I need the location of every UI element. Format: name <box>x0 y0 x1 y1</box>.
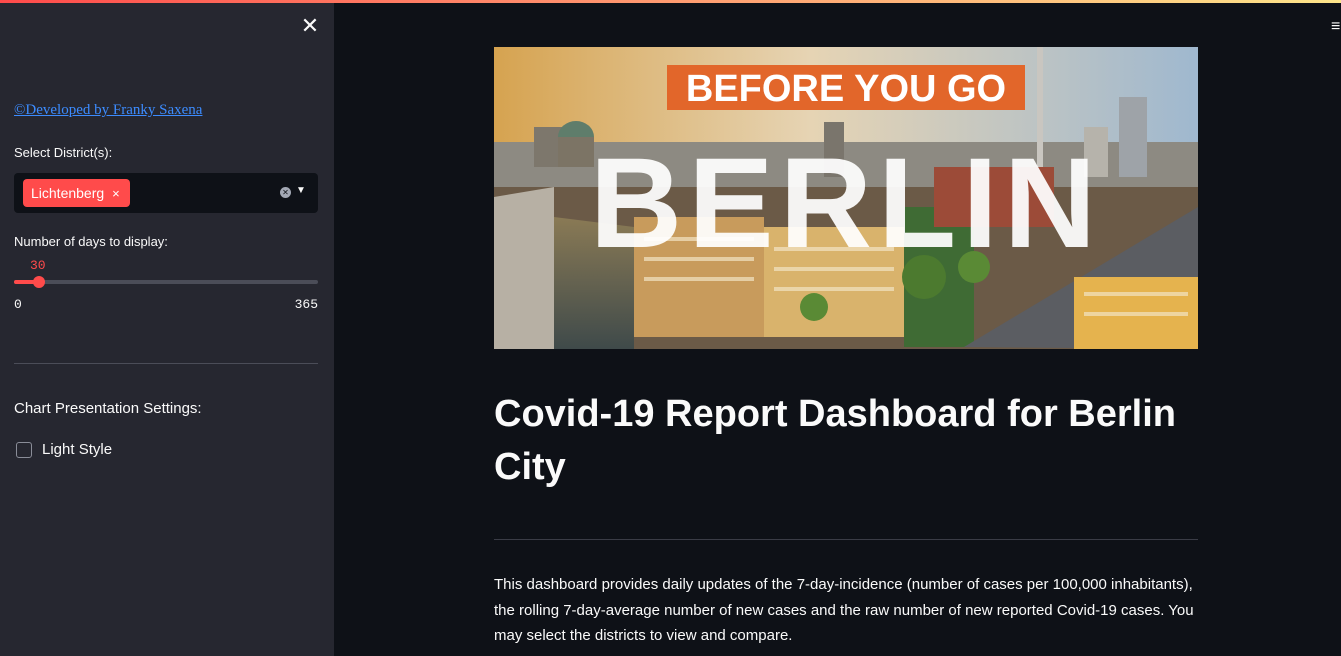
sidebar-divider <box>14 363 318 364</box>
page-title: Covid-19 Report Dashboard for Berlin Cit… <box>494 393 1176 488</box>
days-slider[interactable] <box>14 276 318 288</box>
district-tag[interactable]: Lichtenberg × <box>23 179 130 207</box>
light-style-label: Light Style <box>42 441 113 458</box>
top-decoration-bar <box>0 0 1341 3</box>
tag-remove-icon[interactable]: × <box>112 186 120 201</box>
days-slider-min: 0 <box>14 297 22 312</box>
days-slider-value: 30 <box>30 258 46 273</box>
district-tag-label: Lichtenberg <box>31 185 105 201</box>
days-slider-handle[interactable] <box>32 276 45 288</box>
hamburger-menu-icon[interactable]: ≡ <box>1331 18 1340 36</box>
checkbox-icon[interactable] <box>16 441 32 458</box>
banner-top-text: BEFORE YOU GO <box>686 68 1006 110</box>
chart-settings-label: Chart Presentation Settings: <box>14 400 202 417</box>
berlin-banner-image: BEFORE YOU GO BERLIN <box>494 47 1198 349</box>
developer-link[interactable]: ©Developed by Franky Saxena <box>14 102 202 119</box>
district-select-label: Select District(s): <box>14 145 113 160</box>
sidebar: ✕ ©Developed by Franky Saxena Select Dis… <box>0 0 334 656</box>
dashboard-description: This dashboard provides daily updates of… <box>494 576 1194 644</box>
district-multiselect[interactable]: Lichtenberg × ✕ ▼ <box>14 173 318 213</box>
main-divider <box>494 539 1198 540</box>
light-style-checkbox[interactable]: Light Style <box>16 441 112 458</box>
banner-city-text: BERLIN <box>590 132 1102 275</box>
days-slider-label: Number of days to display: <box>14 234 168 249</box>
days-slider-max: 365 <box>294 297 318 312</box>
clear-selection-icon[interactable]: ✕ <box>280 187 291 198</box>
chevron-down-icon[interactable]: ▼ <box>296 185 306 196</box>
main-content: BEFORE YOU GO BERLIN Covid-19 Report Das… <box>494 0 1198 656</box>
close-icon[interactable]: ✕ <box>300 15 320 37</box>
